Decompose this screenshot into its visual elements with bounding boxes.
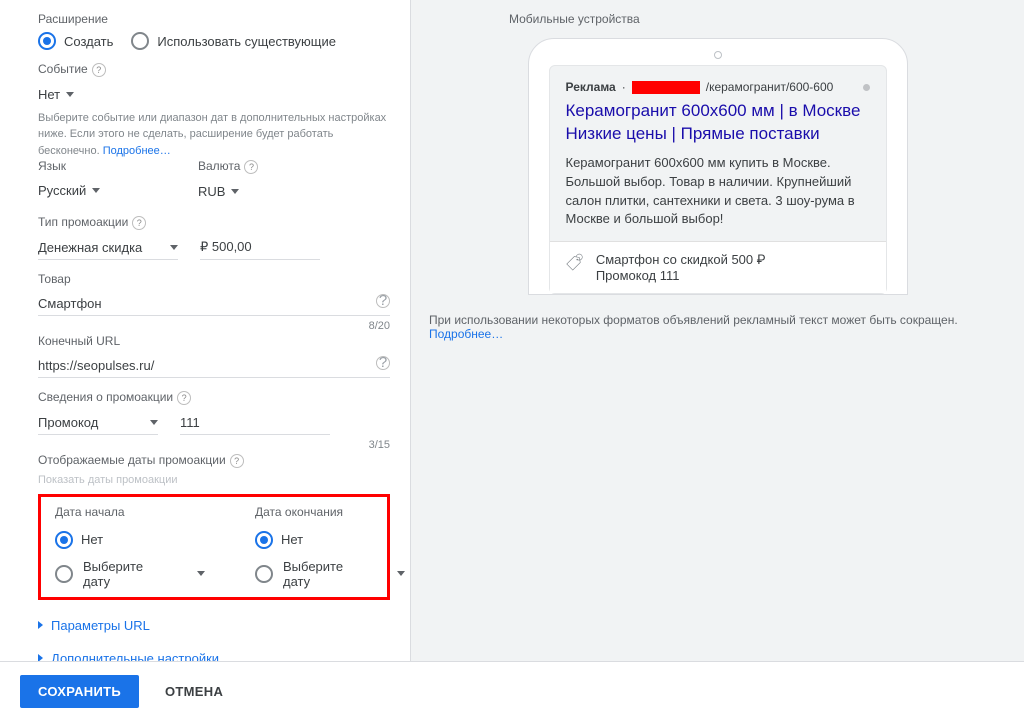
device-speaker-icon <box>714 51 722 59</box>
chevron-down-icon <box>66 92 74 97</box>
currency-label: Валюта? <box>198 159 318 174</box>
event-hint: Выберите событие или диапазон дат в допо… <box>38 110 390 160</box>
device-label: Мобильные устройства <box>429 12 1006 26</box>
learn-more-link[interactable]: Подробнее… <box>103 145 171 157</box>
ad-preview-card: Реклама · /керамогранит/600-600 Керамогр… <box>549 65 887 294</box>
radio-icon <box>55 531 73 549</box>
ad-label: Реклама <box>566 80 616 94</box>
end-date-pick[interactable]: Выберите дату <box>255 559 405 589</box>
form-panel: Расширение Создать Использовать существу… <box>0 0 410 661</box>
language-label: Язык <box>38 159 158 173</box>
advanced-settings-toggle[interactable]: Дополнительные настройки <box>38 651 390 661</box>
promo-amount-input[interactable] <box>200 236 320 260</box>
start-date-label: Дата начала <box>55 505 205 519</box>
radio-icon <box>255 565 273 583</box>
final-url-input[interactable] <box>38 354 390 378</box>
help-icon[interactable]: ? <box>244 160 258 174</box>
preview-panel: Мобильные устройства Реклама · /керамогр… <box>410 0 1024 661</box>
help-icon[interactable]: ? <box>376 294 390 308</box>
product-label: Товар <box>38 272 390 286</box>
ad-headline[interactable]: Керамогранит 600х600 мм | в Москве Низки… <box>566 100 870 146</box>
learn-more-link[interactable]: Подробнее… <box>429 327 503 341</box>
action-bar: СОХРАНИТЬ ОТМЕНА <box>0 661 1024 721</box>
url-params-toggle[interactable]: Параметры URL <box>38 618 390 633</box>
tag-icon: 🏷 <box>564 252 584 272</box>
radio-use-existing[interactable]: Использовать существующие <box>131 32 336 50</box>
promo-code-input[interactable] <box>180 411 330 435</box>
radio-icon <box>255 531 273 549</box>
radio-icon <box>55 565 73 583</box>
chevron-down-icon <box>397 571 405 576</box>
end-date-none[interactable]: Нет <box>255 531 405 549</box>
radio-create[interactable]: Создать <box>38 32 113 50</box>
cancel-button[interactable]: ОТМЕНА <box>155 675 233 708</box>
save-button[interactable]: СОХРАНИТЬ <box>20 675 139 708</box>
radio-icon <box>38 32 56 50</box>
promo-type-select[interactable]: Денежная скидка <box>38 236 178 260</box>
redacted-domain <box>632 81 700 94</box>
currency-select[interactable]: RUB <box>198 180 239 203</box>
start-date-pick[interactable]: Выберите дату <box>55 559 205 589</box>
promo-info-select[interactable]: Промокод <box>38 411 158 435</box>
chevron-down-icon <box>231 189 239 194</box>
device-frame: Реклама · /керамогранит/600-600 Керамогр… <box>528 38 908 295</box>
radio-icon <box>131 32 149 50</box>
promo-type-label: Тип промоакции? <box>38 215 390 230</box>
end-date-label: Дата окончания <box>255 505 405 519</box>
language-select[interactable]: Русский <box>38 179 100 202</box>
chevron-down-icon <box>170 245 178 250</box>
start-date-none[interactable]: Нет <box>55 531 205 549</box>
final-url-label: Конечный URL <box>38 334 390 348</box>
extension-label: Расширение <box>38 12 390 26</box>
chevron-down-icon <box>92 188 100 193</box>
event-label: Событие? <box>38 62 390 77</box>
dates-highlight-box: Дата начала Нет Выберите дату Дата оконч… <box>38 494 390 600</box>
preview-footnote: При использовании некоторых форматов объ… <box>429 313 1006 341</box>
promo-extension-preview[interactable]: 🏷 Смартфон со скидкой 500 ₽ Промокод 111 <box>550 241 886 293</box>
display-dates-label: Отображаемые даты промоакции? <box>38 453 390 468</box>
chevron-right-icon <box>38 621 43 629</box>
promo-info-label: Сведения о промоакции? <box>38 390 390 405</box>
display-dates-sub: Показать даты промоакции <box>38 474 390 486</box>
help-icon[interactable]: ? <box>376 356 390 370</box>
chevron-down-icon <box>197 571 205 576</box>
help-icon[interactable]: ? <box>230 454 244 468</box>
product-counter: 8/20 <box>38 320 390 332</box>
ad-url-path: /керамогранит/600-600 <box>706 80 834 94</box>
event-select[interactable]: Нет <box>38 83 74 106</box>
product-input[interactable] <box>38 292 390 316</box>
help-icon[interactable]: ? <box>92 63 106 77</box>
chevron-right-icon <box>38 654 43 661</box>
help-icon[interactable]: ? <box>177 391 191 405</box>
promo-code-counter: 3/15 <box>38 439 390 451</box>
ad-menu-icon[interactable] <box>863 84 870 91</box>
chevron-down-icon <box>150 420 158 425</box>
ad-description: Керамогранит 600х600 мм купить в Москве.… <box>566 154 870 229</box>
help-icon[interactable]: ? <box>132 216 146 230</box>
